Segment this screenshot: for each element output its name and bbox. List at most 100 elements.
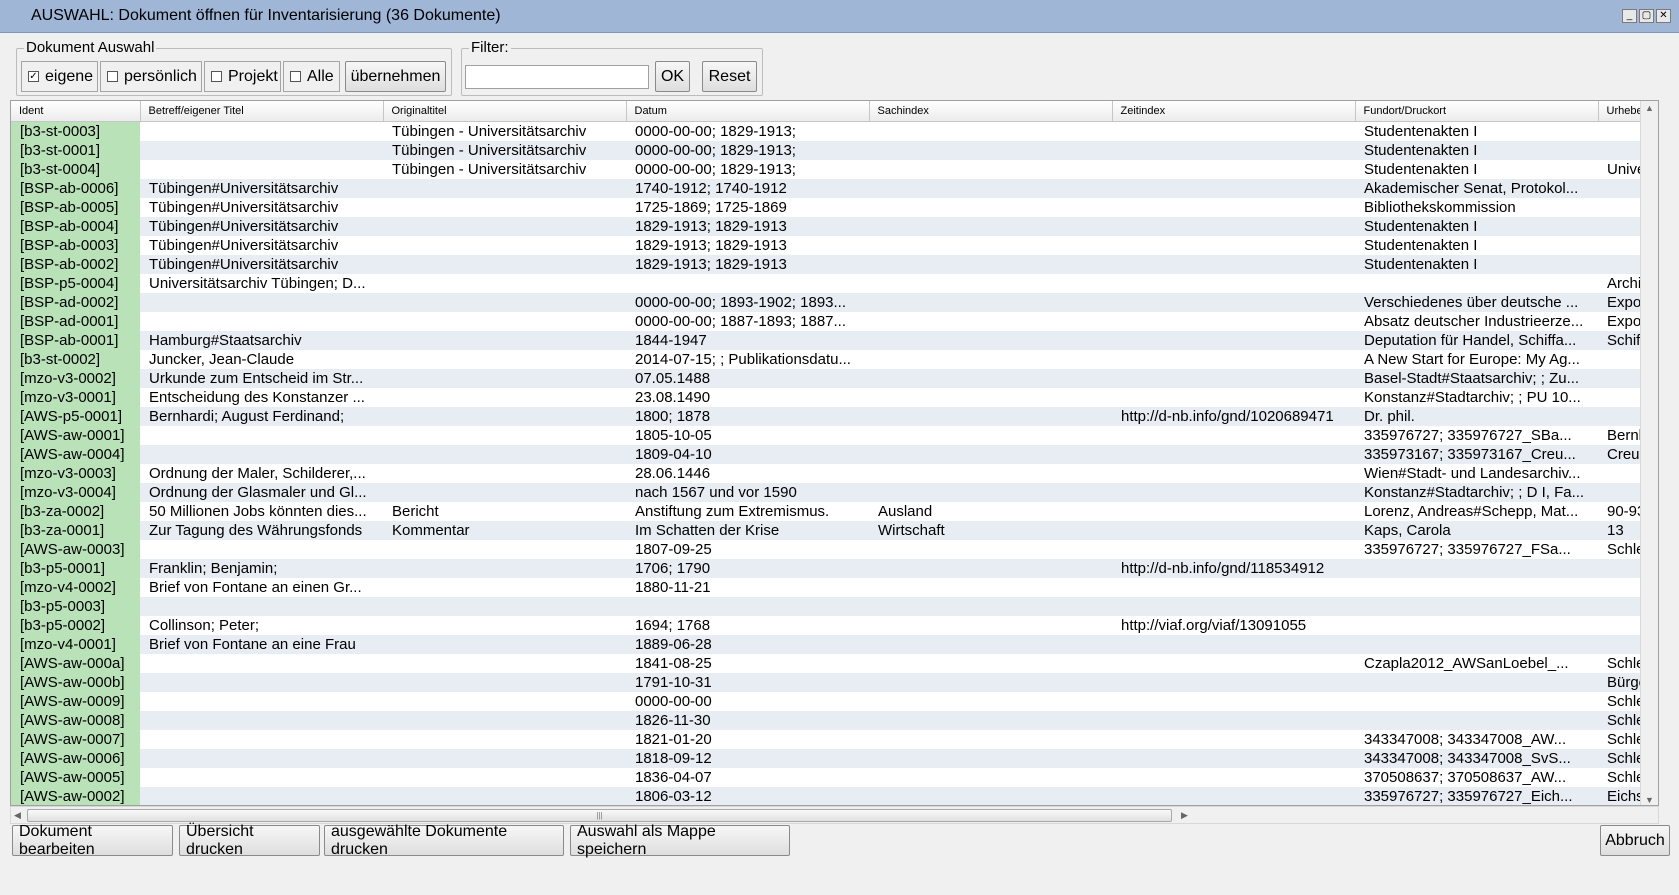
column-header[interactable]: Originaltitel: [383, 101, 627, 122]
table-cell: [383, 558, 626, 578]
checkbox-projekt[interactable]: Projekt: [204, 61, 281, 92]
checkbox-projekt-box[interactable]: [211, 71, 222, 82]
horizontal-scrollbar[interactable]: ◀ ||| ▶: [10, 806, 1659, 824]
checkbox-eigene[interactable]: ✓ eigene: [21, 61, 98, 92]
column-header[interactable]: Datum: [626, 101, 870, 122]
scroll-up-icon[interactable]: ▲: [1645, 103, 1654, 113]
table-row[interactable]: [BSP-ab-0003] Tübingen#Universitätsarchiv…: [11, 235, 1651, 255]
filter-input[interactable]: [465, 65, 649, 89]
table-row[interactable]: [BSP-p5-0004] Universitätsarchiv Tübingen…: [11, 273, 1651, 293]
column-header[interactable]: Fundort/Druckort: [1355, 101, 1599, 122]
table-row[interactable]: [BSP-ab-0005] Tübingen#Universitätsarchiv…: [11, 197, 1651, 217]
table-cell: [1112, 236, 1355, 255]
table-cell: 0000-00-00; 1893-1902; 1893...: [626, 292, 869, 312]
table-row[interactable]: [BSP-ab-0004] Tübingen#Universitätsarchiv…: [11, 216, 1651, 236]
table-row[interactable]: [b3-p5-0002] Collinson; Peter; 1694; 1768 h…: [11, 615, 1651, 635]
table-row[interactable]: [mzo-v3-0004] Ordnung der Glasmaler und G…: [11, 482, 1651, 502]
table-row[interactable]: [b3-st-0001] Tübingen - Universitätsarchi…: [11, 140, 1651, 160]
cancel-button[interactable]: Abbruch: [1600, 825, 1670, 856]
table-row[interactable]: [AWS-aw-0008] 1826-11-30 Schleg: [11, 710, 1651, 730]
print-overview-button[interactable]: Übersicht drucken: [179, 823, 320, 858]
table-row[interactable]: [AWS-p5-0001] Bernhardi; August Ferdinand…: [11, 406, 1651, 426]
table-row[interactable]: [b3-p5-0003]: [11, 596, 1651, 616]
table-cell: 1818-09-12: [626, 748, 869, 768]
table-row[interactable]: [b3-p5-0001] Franklin; Benjamin; 1706; 179…: [11, 558, 1651, 578]
table-cell: [869, 312, 1112, 331]
table-row[interactable]: [AWS-aw-0002] 1806-03-12 335976727; 335976…: [11, 786, 1651, 805]
table-cell: [869, 178, 1112, 198]
table-cell: [383, 312, 626, 331]
checkbox-alle[interactable]: Alle: [283, 61, 340, 92]
document-table[interactable]: Ident Betreff/eigener Titel Originaltitel D…: [10, 100, 1659, 806]
table-row[interactable]: [AWS-aw-000a] 1841-08-25 Czapla2012_AWSanL…: [11, 653, 1651, 673]
cell-ident: [AWS-aw-0001]: [11, 425, 140, 445]
edit-document-button[interactable]: Dokument bearbeiten: [12, 823, 173, 858]
table-row[interactable]: [mzo-v4-0002] Brief von Fontane an einen …: [11, 577, 1651, 597]
table-cell: Ordnung der Glasmaler und Gl...: [140, 482, 383, 502]
table-cell: Tübingen - Universitätsarchiv: [392, 160, 587, 178]
table-row[interactable]: [AWS-aw-0009] 0000-00-00 Schleg: [11, 691, 1651, 711]
window-controls: _ ▢ ✕: [1622, 9, 1671, 23]
scroll-right-icon[interactable]: ▶: [1181, 810, 1188, 821]
table-row[interactable]: [BSP-ab-0002] Tübingen#Universitätsarchiv…: [11, 254, 1651, 274]
table-row[interactable]: [b3-za-0002] 50 Millionen Jobs könnten di…: [11, 501, 1651, 521]
table-row[interactable]: [b3-st-0003] Tübingen - Universitätsarchi…: [11, 121, 1651, 141]
table-row[interactable]: [AWS-aw-0006] 1818-09-12 343347008; 343347…: [11, 748, 1651, 768]
table-cell: 0000-00-00; 1887-1893; 1887...: [635, 312, 847, 330]
table-cell: 1740-1912; 1740-1912: [626, 178, 869, 198]
filter-reset-button[interactable]: Reset: [702, 61, 757, 92]
table-cell: [140, 768, 383, 787]
table-cell: Bericht: [392, 502, 439, 520]
table-row[interactable]: [mzo-v3-0003] Ordnung der Maler, Schilder…: [11, 463, 1651, 483]
table-row[interactable]: [b3-st-0004] Tübingen - Universitätsarchi…: [11, 159, 1651, 179]
column-header[interactable]: Zeitindex: [1112, 101, 1356, 122]
table-cell: [383, 406, 626, 426]
table-cell: [1355, 616, 1598, 635]
table-row[interactable]: [AWS-aw-000b] 1791-10-31 Bürge: [11, 672, 1651, 692]
table-cell: [383, 710, 626, 730]
table-row[interactable]: [mzo-v3-0001] Entscheidung des Konstanzer…: [11, 387, 1651, 407]
table-cell: [140, 596, 383, 616]
table-cell: [869, 710, 1112, 730]
checkbox-persoenlich[interactable]: persönlich: [100, 61, 202, 92]
table-row[interactable]: [AWS-aw-0004] 1809-04-10 335973167; 335973…: [11, 444, 1651, 464]
checkbox-eigene-box[interactable]: ✓: [28, 71, 39, 82]
scroll-down-icon[interactable]: ▼: [1645, 795, 1654, 805]
column-header[interactable]: Betreff/eigener Titel: [140, 101, 384, 122]
column-header[interactable]: Sachindex: [869, 101, 1113, 122]
table-cell: [140, 654, 383, 673]
minimize-icon[interactable]: _: [1622, 9, 1637, 23]
table-cell: 1706; 1790: [626, 558, 869, 578]
table-cell: Ausland: [878, 502, 933, 520]
table-row[interactable]: [BSP-ab-0001] Hamburg#Staatsarchiv 1844-19…: [11, 330, 1651, 350]
horizontal-scroll-thumb[interactable]: |||: [27, 809, 1172, 822]
table-row[interactable]: [b3-za-0001] Zur Tagung des Währungsfonds…: [11, 520, 1651, 540]
scroll-left-icon[interactable]: ◀: [14, 810, 21, 821]
vertical-scrollbar[interactable]: ▲ ▼: [1640, 101, 1658, 805]
table-row[interactable]: [AWS-aw-0001] 1805-10-05 335976727; 335976…: [11, 425, 1651, 445]
checkbox-persoenlich-box[interactable]: [107, 71, 118, 82]
table-cell: [869, 426, 1112, 445]
table-cell: [1112, 274, 1355, 293]
save-as-folder-button[interactable]: Auswahl als Mappe speichern: [570, 823, 790, 858]
print-selected-button[interactable]: ausgewählte Dokumente drucken: [324, 823, 564, 858]
table-row[interactable]: [AWS-aw-0003] 1807-09-25 335976727; 335976…: [11, 539, 1651, 559]
maximize-icon[interactable]: ▢: [1639, 9, 1654, 23]
column-header[interactable]: Ident: [11, 101, 141, 122]
table-row[interactable]: [BSP-ad-0002] 0000-00-00; 1893-1902; 1893…: [11, 292, 1651, 312]
table-row[interactable]: [AWS-aw-0007] 1821-01-20 343347008; 343347…: [11, 729, 1651, 749]
table-row[interactable]: [BSP-ad-0001] 0000-00-00; 1887-1893; 1887…: [11, 311, 1651, 331]
table-row[interactable]: [b3-st-0002] Juncker, Jean-Claude 2014-07-…: [11, 349, 1651, 369]
table-cell: Anstiftung zum Extremismus.: [635, 502, 830, 520]
table-cell: Bernhardi; August Ferdinand;: [140, 406, 383, 426]
table-row[interactable]: [BSP-ab-0006] Tübingen#Universitätsarchiv…: [11, 178, 1651, 198]
table-cell: [626, 274, 869, 293]
filter-ok-button[interactable]: OK: [655, 61, 690, 92]
table-cell: [1112, 140, 1355, 160]
checkbox-alle-box[interactable]: [290, 71, 301, 82]
close-icon[interactable]: ✕: [1656, 9, 1671, 23]
table-row[interactable]: [mzo-v4-0001] Brief von Fontane an eine F…: [11, 634, 1651, 654]
table-row[interactable]: [AWS-aw-0005] 1836-04-07 370508637; 370508…: [11, 767, 1651, 787]
apply-button[interactable]: übernehmen: [345, 61, 446, 92]
table-row[interactable]: [mzo-v3-0002] Urkunde zum Entscheid im St…: [11, 368, 1651, 388]
